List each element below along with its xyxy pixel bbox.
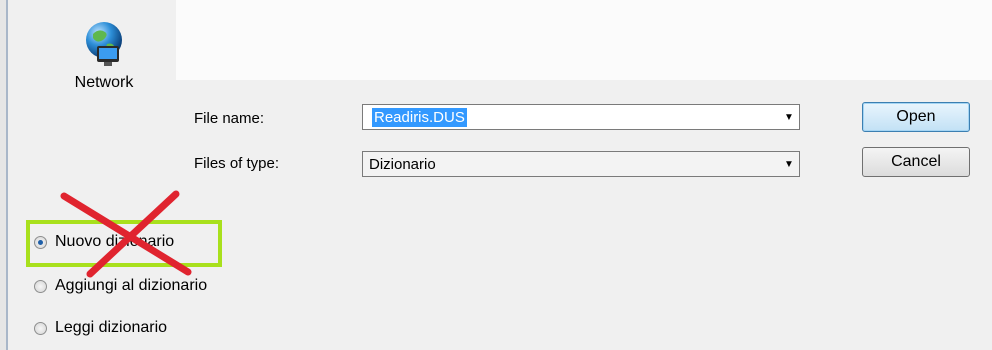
file-name-value[interactable]: Readiris.DUS xyxy=(372,107,467,127)
files-of-type-select[interactable]: Dizionario ▼ xyxy=(362,151,800,177)
radio-leggi-dizionario[interactable]: Leggi dizionario xyxy=(34,319,167,337)
chevron-down-icon[interactable]: ▼ xyxy=(779,112,799,123)
files-of-type-value: Dizionario xyxy=(369,155,436,173)
radio-label-aggiungi: Aggiungi al dizionario xyxy=(55,277,208,294)
radio-button[interactable] xyxy=(34,279,47,293)
radio-button[interactable] xyxy=(34,321,47,335)
red-cross-icon xyxy=(60,190,192,278)
radio-label-leggi: Leggi dizionario xyxy=(55,319,168,336)
network-icon xyxy=(86,22,122,66)
chevron-down-icon[interactable]: ▼ xyxy=(779,159,799,170)
window-left-edge xyxy=(0,0,8,350)
files-of-type-label: Files of type: xyxy=(194,155,280,172)
file-list-panel[interactable] xyxy=(176,0,992,80)
cancel-button[interactable]: Cancel xyxy=(862,147,970,177)
file-name-label: File name: xyxy=(194,110,265,127)
file-name-combobox[interactable]: Readiris.DUS ▼ xyxy=(362,104,800,130)
radio-aggiungi-dizionario[interactable]: Aggiungi al dizionario xyxy=(34,277,207,295)
network-label: Network xyxy=(74,74,134,91)
open-button[interactable]: Open xyxy=(862,102,970,132)
places-network[interactable]: Network xyxy=(56,18,152,92)
